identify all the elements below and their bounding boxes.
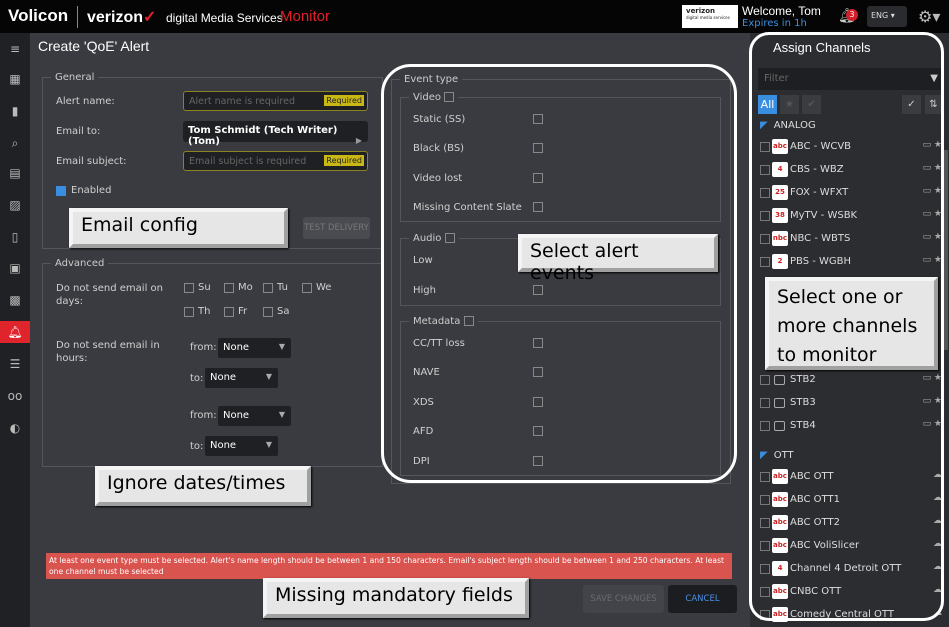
missing-fields-callout: Missing mandatory fields <box>263 578 529 618</box>
divider <box>77 6 78 28</box>
events-callout: Select alert events <box>518 234 718 284</box>
advanced-legend: Advanced <box>55 258 105 269</box>
page-title: Create 'QoE' Alert <box>38 38 150 54</box>
enabled-checkbox[interactable] <box>56 186 66 196</box>
day-checkbox-mo[interactable] <box>224 283 234 293</box>
general-legend: General <box>55 72 95 83</box>
day-label-su: Su <box>198 282 211 293</box>
day-checkbox-th[interactable] <box>184 307 194 317</box>
document-icon[interactable]: ▯ <box>0 226 30 248</box>
to-label: to: <box>190 373 204 384</box>
contrast-icon[interactable]: ◐ <box>0 417 30 439</box>
to-label: to: <box>190 441 204 452</box>
day-label-sa: Sa <box>277 306 290 317</box>
sidebar: ≡ ▦ ▮ ⌕ ▤ ▨ ▯ ▣ ▩ 🔔︎ ☰ oo ◐ <box>0 33 30 627</box>
search-icon[interactable]: ⌕ <box>0 132 30 154</box>
to-hour-select-2[interactable]: None ▼ <box>205 436 278 456</box>
layout-icon[interactable]: ▣ <box>0 257 30 279</box>
from-hour-select-1[interactable]: None ▼ <box>218 338 291 358</box>
film-icon[interactable]: ▦ <box>0 68 30 90</box>
volicon-logo: Volicon <box>8 6 69 25</box>
language-select[interactable]: ENG ▾ <box>867 6 907 27</box>
email-subject-label: Email subject: <box>56 156 127 167</box>
test-delivery-button[interactable]: TEST DELIVERY <box>303 217 370 239</box>
email-subject-input[interactable]: Email subject is required Required <box>183 151 368 171</box>
email-to-label: Email to: <box>56 126 101 137</box>
from-label: from: <box>190 342 217 353</box>
list-icon[interactable]: ☰ <box>0 353 30 375</box>
alert-name-input[interactable]: Alert name is required Required <box>183 91 368 111</box>
from-label: from: <box>190 410 217 421</box>
day-checkbox-tu[interactable] <box>263 283 273 293</box>
required-badge: Required <box>324 155 364 166</box>
voicemail-icon[interactable]: oo <box>0 385 30 407</box>
grid-icon[interactable]: ▩ <box>0 289 30 311</box>
welcome-text[interactable]: Welcome, Tom <box>742 4 821 18</box>
to-hour-select-1[interactable]: None ▼ <box>205 368 278 388</box>
session-expiry: Expires in 1h <box>742 18 807 29</box>
from-hour-select-2[interactable]: None ▼ <box>218 406 291 426</box>
day-checkbox-fr[interactable] <box>224 307 234 317</box>
day-label-tu: Tu <box>277 282 288 293</box>
partner-badge: verizon digital media services <box>682 5 738 28</box>
gear-icon[interactable]: ⚙▾ <box>918 7 940 26</box>
day-label-th: Th <box>198 306 211 317</box>
error-banner: At least one event type must be selected… <box>46 553 732 579</box>
required-badge: Required <box>324 95 364 106</box>
day-checkbox-sa[interactable] <box>263 307 273 317</box>
cancel-button[interactable]: CANCEL <box>668 585 737 613</box>
day-checkbox-su[interactable] <box>184 283 194 293</box>
channels-callout: Select one or more channels to monitor <box>765 277 938 370</box>
bell-alert-icon[interactable]: 🔔︎ <box>0 321 30 343</box>
day-label-fr: Fr <box>238 306 248 317</box>
bookmark-icon[interactable]: ▮ <box>0 100 30 122</box>
notification-badge[interactable]: 3 <box>846 9 858 21</box>
alert-name-label: Alert name: <box>56 96 115 107</box>
day-label-we: We <box>316 282 332 293</box>
enabled-label: Enabled <box>71 185 112 196</box>
hours-label: Do not send email in hours: <box>56 340 160 364</box>
partner-suffix: digital Media Services <box>166 11 283 25</box>
email-to-select[interactable]: Tom Schmidt (Tech Writer) (Tom) ▶ <box>183 121 368 147</box>
table-icon[interactable]: ▤ <box>0 162 30 184</box>
day-label-mo: Mo <box>238 282 253 293</box>
verizon-logo: verizon✓ <box>87 9 157 26</box>
gradient-icon[interactable]: ▨ <box>0 194 30 216</box>
menu-icon[interactable]: ≡ <box>0 38 30 60</box>
day-checkbox-we[interactable] <box>302 283 312 293</box>
product-name: Monitor <box>280 8 331 25</box>
email-config-callout: Email config <box>69 208 288 248</box>
save-changes-button[interactable]: SAVE CHANGES <box>583 585 664 613</box>
days-label: Do not send email on days: <box>56 283 163 307</box>
ignore-callout: Ignore dates/times <box>95 466 311 506</box>
